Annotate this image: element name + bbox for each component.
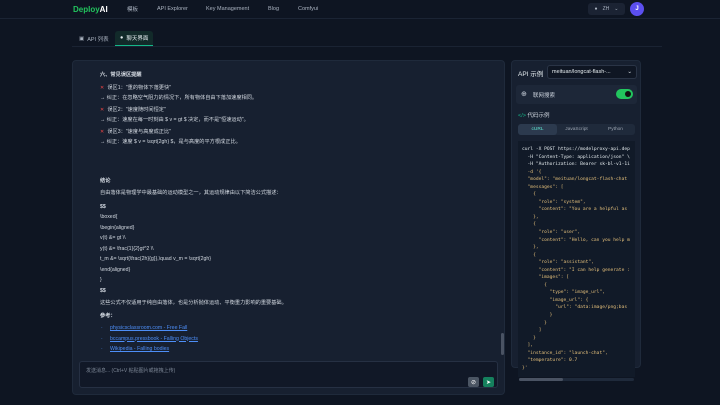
x-icon: ✕ (100, 84, 105, 91)
code-line: { (522, 192, 536, 198)
code-line: ], (522, 343, 534, 349)
code-line: "messages": [ (522, 184, 564, 190)
ref-link[interactable]: physicsclassroom.com - Free Fall (110, 325, 187, 331)
model-select[interactable]: meituan/longcat-flash-... ⌄ (547, 65, 637, 79)
avatar[interactable]: J (630, 2, 644, 16)
chevron-down-icon: ⌄ (614, 6, 619, 12)
language-tabs: cURL JavaScript Python (518, 124, 635, 135)
tab-javascript[interactable]: JavaScript (557, 124, 596, 135)
logo[interactable]: DeployAI (73, 5, 108, 14)
code-line: } (522, 313, 553, 319)
list-icon: ▣ (79, 35, 85, 42)
chat-icon: ● (120, 35, 124, 41)
code-line: "images": [ (522, 275, 570, 281)
code-line: ] (522, 328, 542, 334)
message-input[interactable]: 发送消息... (Ctrl+V 粘贴图片或拖拽上传) ⊘ ➤ (79, 361, 498, 388)
web-search-toggle[interactable] (616, 89, 633, 99)
heading: 六、常见误区提醒 (100, 72, 142, 78)
nav-comfyui[interactable]: Comfyui (298, 6, 318, 12)
code-line: -H "Content-Type: application/json" \ (522, 154, 630, 160)
language-select[interactable]: ● ZH ⌄ (588, 3, 625, 15)
chevron-down-icon: ⌄ (627, 69, 632, 75)
tab-curl[interactable]: cURL (518, 124, 557, 135)
code-line: } (522, 320, 547, 326)
globe-icon: ● (594, 6, 598, 12)
ref-link[interactable]: bccampus.pressbook - Falling Objects (110, 336, 198, 342)
paperclip-icon: ⊘ (470, 379, 477, 386)
nav-blog[interactable]: Blog (268, 6, 279, 12)
assistant-message: 六、常见误区提醒 ✕ 误区1："重的物体下落更快" → 纠正：在忽略空气阻力的情况… (100, 70, 495, 355)
globe-icon: ⊕ (521, 91, 527, 98)
code-line: { (522, 282, 547, 288)
code-line: -d '{ (522, 169, 542, 175)
code-line: "content": "You are a helpful as (522, 207, 628, 213)
ref-link[interactable]: Wikipedia - Falling bodies (110, 346, 169, 352)
code-example-title: </> 代码示例 (518, 113, 550, 119)
top-nav: DeployAI 模板 API Explorer Key Management … (0, 0, 720, 19)
code-line: }, (522, 214, 539, 220)
code-line: { (522, 222, 536, 228)
code-line: "content": "Hello, can you help m (522, 237, 630, 243)
x-icon: ✕ (100, 128, 105, 135)
code-line: -H "Authorization: Bearer sk-bl-v1-1i (522, 162, 630, 168)
code-line: "image_url": { (522, 297, 589, 303)
code-line: "type": "image_url", (522, 290, 605, 296)
code-line: }, (522, 245, 539, 251)
code-line: "role": "user", (522, 230, 581, 236)
nav-templates[interactable]: 模板 (127, 5, 138, 13)
code-block: curl -X POST https://modelproxy-api.dep … (518, 141, 635, 377)
code-line: "content": "I can help generate : (522, 267, 630, 273)
nav-api-explorer[interactable]: API Explorer (157, 6, 188, 12)
code-line: "role": "system", (522, 199, 586, 205)
code-line: "url": "data:image/png;bas (522, 305, 628, 311)
divider (72, 46, 662, 47)
code-icon: </> (518, 113, 526, 119)
attach-button[interactable]: ⊘ (468, 377, 479, 387)
code-line: }' (522, 365, 528, 371)
code-scrollbar[interactable] (519, 378, 634, 381)
send-icon: ➤ (485, 379, 492, 386)
nav-key-management[interactable]: Key Management (206, 6, 249, 12)
api-example-label: API 示例 (518, 71, 544, 78)
code-line: { (522, 252, 536, 258)
code-line: curl -X POST https://modelproxy-api.dep (522, 147, 630, 152)
tab-chat[interactable]: ● 聊天界面 (115, 31, 154, 46)
tab-api-list[interactable]: ▣ API 列表 (74, 31, 114, 46)
code-line: "model": "meituan/longcat-flash-chat (522, 177, 628, 183)
code-line: "temperature": 0.7 (522, 358, 578, 364)
x-icon: ✕ (100, 106, 105, 113)
code-line: "instance_id": "launch-chat", (522, 350, 608, 356)
send-button[interactable]: ➤ (483, 377, 494, 387)
tab-python[interactable]: Python (596, 124, 635, 135)
code-line: "role": "assistant", (522, 260, 594, 266)
code-line: } (522, 335, 536, 341)
chat-scrollbar[interactable] (501, 333, 504, 355)
